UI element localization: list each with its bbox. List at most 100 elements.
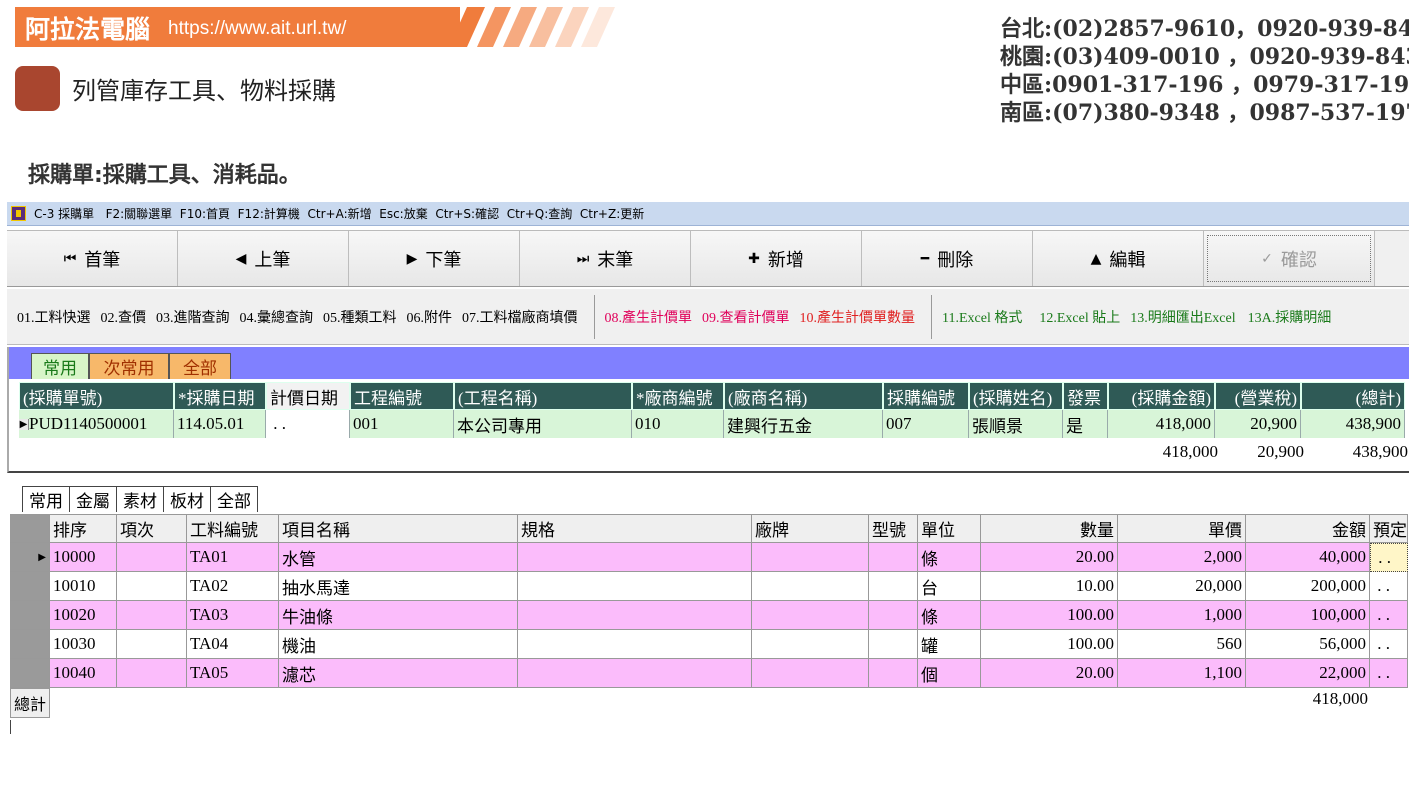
col-total[interactable]: (總計) [1301,382,1405,410]
delete-button[interactable]: ━ 刪除 [862,231,1033,286]
tab-detail-all[interactable]: 全部 [211,486,258,512]
cell-vendor-name[interactable]: 建興行五金 [724,410,883,438]
cell-quantity[interactable]: 100.00 [981,601,1118,630]
cell-scheduled[interactable]: . . [1370,601,1408,630]
table-row[interactable]: ▶ PUD1140500001 114.05.01 . . 001 本公司專用 0… [19,410,1409,438]
col-spec[interactable]: 規格 [518,514,752,543]
cell-unit[interactable]: 個 [918,659,981,688]
add-button[interactable]: ✚ 新增 [691,231,862,286]
cell-unit-price[interactable]: 1,100 [1118,659,1246,688]
cell-order-no[interactable]: ▶ PUD1140500001 [19,410,174,438]
col-sort[interactable]: 排序 [50,514,117,543]
cell-amount[interactable]: 200,000 [1246,572,1370,601]
cell-unit[interactable]: 條 [918,543,981,572]
col-buyer-no[interactable]: 採購編號 [883,382,969,410]
cell-brand[interactable] [752,543,869,572]
col-order-date[interactable]: *採購日期 [174,382,266,410]
func-price-check[interactable]: 02.查價 [101,307,147,327]
col-amount[interactable]: 金額 [1246,514,1370,543]
cell-item-name[interactable]: 水管 [279,543,518,572]
cell-amount[interactable]: 22,000 [1246,659,1370,688]
cell-quantity[interactable]: 100.00 [981,630,1118,659]
last-record-button[interactable]: ⏭ 末筆 [520,231,691,286]
cell-project-no[interactable]: 001 [350,410,454,438]
tab-detail-material[interactable]: 素材 [117,486,164,512]
col-unit-price[interactable]: 單價 [1118,514,1246,543]
col-buyer-name[interactable]: (採購姓名) [969,382,1063,410]
cell-unit-price[interactable]: 20,000 [1118,572,1246,601]
col-model[interactable]: 型號 [869,514,918,543]
cell-brand[interactable] [752,659,869,688]
cell-spec[interactable] [518,543,752,572]
col-scheduled[interactable]: 預定 [1370,514,1408,543]
table-row[interactable]: 10040 TA05 濾芯 個 20.00 1,100 22,000 . . [10,659,1409,688]
col-quantity[interactable]: 數量 [981,514,1118,543]
cell-unit-price[interactable]: 2,000 [1118,543,1246,572]
cell-spec[interactable] [518,601,752,630]
cell-model[interactable] [869,543,918,572]
col-unit[interactable]: 單位 [918,514,981,543]
cell-sort[interactable]: 10010 [50,572,117,601]
brand-url[interactable]: https://www.ait.url.tw/ [168,18,346,40]
col-project-no[interactable]: 工程編號 [350,382,454,410]
col-invoice[interactable]: 發票 [1063,382,1108,410]
cell-brand[interactable] [752,630,869,659]
cell-material-code[interactable]: TA02 [187,572,279,601]
next-record-button[interactable]: ▶ 下筆 [349,231,520,286]
cell-buyer-name[interactable]: 張順景 [969,410,1063,438]
cell-unit[interactable]: 罐 [918,630,981,659]
func-invoice-quantity[interactable]: 10.產生計價單數量 [800,307,916,327]
cell-project-name[interactable]: 本公司專用 [454,410,632,438]
cell-spec[interactable] [518,659,752,688]
cell-unit[interactable]: 條 [918,601,981,630]
cell-buyer-no[interactable]: 007 [883,410,969,438]
tab-all[interactable]: 全部 [169,353,231,379]
cell-sort[interactable]: 10020 [50,601,117,630]
cell-item[interactable] [117,572,187,601]
cell-item-name[interactable]: 濾芯 [279,659,518,688]
cell-unit-price[interactable]: 1,000 [1118,601,1246,630]
cell-material-code[interactable]: TA04 [187,630,279,659]
tab-detail-metal[interactable]: 金屬 [70,486,117,512]
first-record-button[interactable]: ⏮ 首筆 [7,231,178,286]
col-item-name[interactable]: 項目名稱 [279,514,518,543]
func-summary-query[interactable]: 04.彙總查詢 [240,307,314,327]
cell-pricing-date[interactable]: . . [266,410,350,438]
cell-sort[interactable]: 10030 [50,630,117,659]
table-row[interactable]: ▶ 10000 TA01 水管 條 20.00 2,000 40,000 . . [10,543,1409,572]
cell-scheduled[interactable]: . . [1370,630,1408,659]
cell-model[interactable] [869,659,918,688]
cell-sort[interactable]: 10040 [50,659,117,688]
cell-spec[interactable] [518,572,752,601]
col-tax[interactable]: (營業稅) [1215,382,1301,410]
cell-scheduled[interactable]: . . [1370,543,1408,572]
func-view-invoice[interactable]: 09.查看計價單 [702,307,790,327]
col-vendor-no[interactable]: *廠商編號 [632,382,724,410]
cell-unit-price[interactable]: 560 [1118,630,1246,659]
cell-amount[interactable]: 100,000 [1246,601,1370,630]
cell-item-name[interactable]: 抽水馬達 [279,572,518,601]
cell-amount[interactable]: 56,000 [1246,630,1370,659]
col-amount[interactable]: (採購金額) [1108,382,1215,410]
cell-brand[interactable] [752,601,869,630]
cell-material-code[interactable]: TA01 [187,543,279,572]
col-pricing-date[interactable]: 計價日期 [266,382,350,410]
cell-invoice[interactable]: 是 [1063,410,1108,438]
cell-item[interactable] [117,601,187,630]
func-vendor-price[interactable]: 07.工料檔廠商填價 [462,307,578,327]
cell-vendor-no[interactable]: 010 [632,410,724,438]
edit-button[interactable]: ▲ 編輯 [1033,231,1204,286]
func-advanced-query[interactable]: 03.進階查詢 [156,307,230,327]
cell-model[interactable] [869,630,918,659]
cell-quantity[interactable]: 20.00 [981,659,1118,688]
cell-item-name[interactable]: 機油 [279,630,518,659]
func-quick-select[interactable]: 01.工料快選 [17,307,91,327]
cell-item[interactable] [117,659,187,688]
table-row[interactable]: 10020 TA03 牛油條 條 100.00 1,000 100,000 . … [10,601,1409,630]
func-export-excel[interactable]: 13.明細匯出Excel [1130,307,1235,327]
tab-common[interactable]: 常用 [31,353,89,379]
func-create-invoice[interactable]: 08.產生計價單 [605,307,693,327]
cell-amount[interactable]: 40,000 [1246,543,1370,572]
func-purchase-detail[interactable]: 13A.採購明細 [1248,307,1332,327]
cell-brand[interactable] [752,572,869,601]
